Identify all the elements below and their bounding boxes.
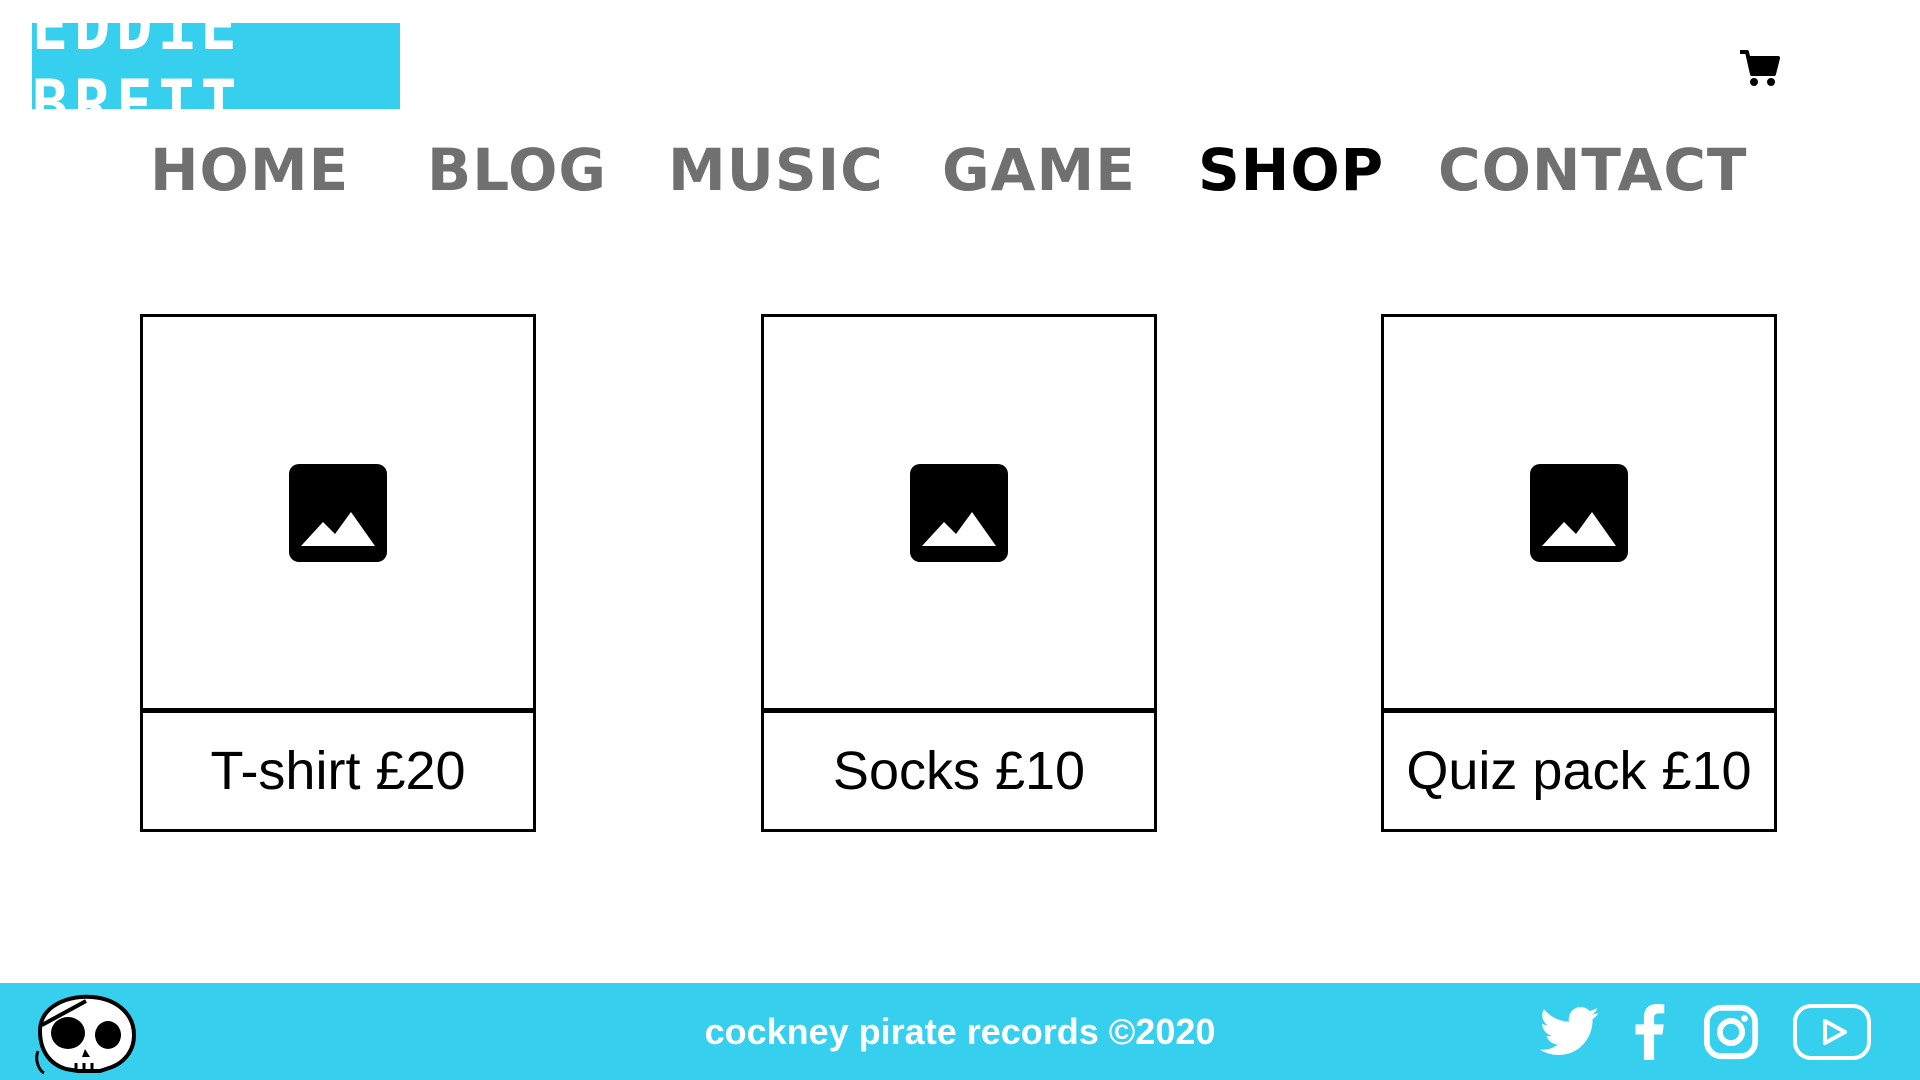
nav-shop[interactable]: SHOP — [1198, 135, 1384, 205]
facebook-icon[interactable] — [1632, 983, 1666, 1080]
nav-music[interactable]: MUSIC — [668, 135, 884, 205]
product-label: Socks £10 — [832, 741, 1086, 801]
product-card-socks[interactable]: Socks £10 — [761, 314, 1157, 832]
twitter-icon[interactable] — [1540, 983, 1600, 1080]
logo-text: EDDiE BRETT — [32, 0, 243, 145]
nav-contact[interactable]: CONTACT — [1438, 135, 1748, 205]
site-logo[interactable]: EDDiE BRETT — [32, 0, 400, 144]
youtube-icon[interactable] — [1792, 983, 1872, 1080]
footer: cockney pirate records ©2020 — [0, 983, 1920, 1080]
main-nav: HOME BLOG MUSIC GAME SHOP CONTACT — [0, 135, 1920, 205]
product-card-tshirt[interactable]: T-shirt £20 — [140, 314, 536, 832]
image-placeholder-icon — [1530, 463, 1628, 562]
product-card-quiz-pack[interactable]: Quiz pack £10 — [1381, 314, 1777, 832]
cart-icon[interactable] — [1738, 48, 1780, 88]
product-label: T-shirt £20 — [210, 741, 466, 801]
product-label: Quiz pack £10 — [1406, 741, 1752, 801]
nav-blog[interactable]: BLOG — [427, 135, 607, 205]
product-image — [764, 317, 1154, 713]
product-image — [1384, 317, 1774, 713]
image-placeholder-icon — [910, 463, 1008, 562]
nav-home[interactable]: HOME — [150, 135, 349, 205]
image-placeholder-icon — [289, 463, 387, 562]
nav-game[interactable]: GAME — [942, 135, 1136, 205]
instagram-icon[interactable] — [1702, 983, 1760, 1080]
product-image — [143, 317, 533, 713]
